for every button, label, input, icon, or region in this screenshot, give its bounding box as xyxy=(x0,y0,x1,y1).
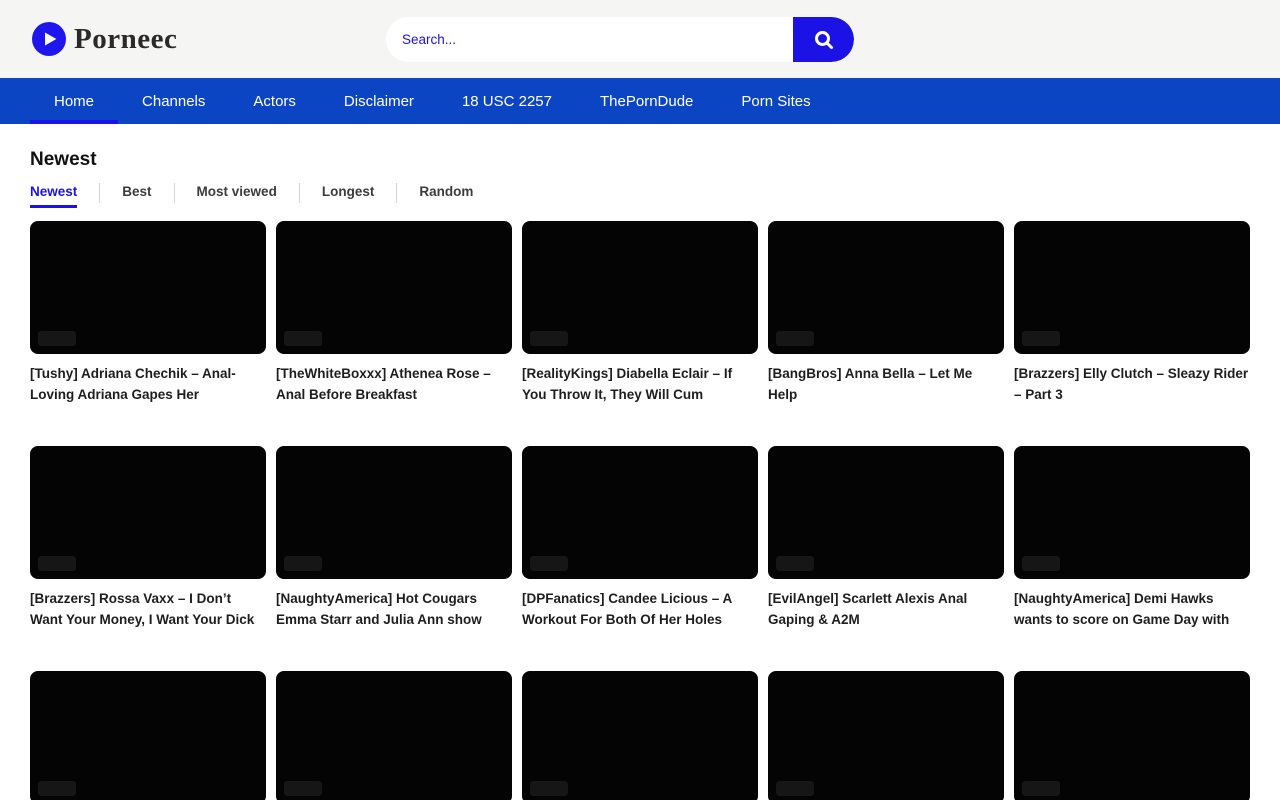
page-title: Newest xyxy=(30,149,1250,171)
duration-badge xyxy=(530,331,568,346)
video-thumbnail[interactable] xyxy=(768,446,1004,579)
video-title[interactable]: [DPFanatics] Candee Licious – A Workout … xyxy=(522,588,758,630)
duration-badge xyxy=(38,331,76,346)
video-card[interactable]: [Brazzers] Rossa Vaxx – I Don’t Want You… xyxy=(30,446,266,630)
duration-badge xyxy=(1022,331,1060,346)
main-nav: Home Channels Actors Disclaimer 18 USC 2… xyxy=(0,78,1280,124)
video-grid: [Tushy] Adriana Chechik – Anal-Loving Ad… xyxy=(30,221,1250,800)
video-thumbnail[interactable] xyxy=(30,221,266,354)
duration-badge xyxy=(284,331,322,346)
video-thumbnail[interactable] xyxy=(276,671,512,800)
duration-badge xyxy=(1022,781,1060,796)
nav-item-channels[interactable]: Channels xyxy=(118,78,229,124)
video-thumbnail[interactable] xyxy=(1014,221,1250,354)
video-thumbnail[interactable] xyxy=(276,446,512,579)
video-title[interactable]: [EvilAngel] Scarlett Alexis Anal Gaping … xyxy=(768,588,1004,630)
video-thumbnail[interactable] xyxy=(522,221,758,354)
logo[interactable]: Porneec xyxy=(32,22,177,56)
nav-item-disclaimer[interactable]: Disclaimer xyxy=(320,78,438,124)
duration-badge xyxy=(776,781,814,796)
video-thumbnail[interactable] xyxy=(276,221,512,354)
search-bar xyxy=(386,17,854,62)
duration-badge xyxy=(776,331,814,346)
nav-item-actors[interactable]: Actors xyxy=(229,78,320,124)
search-button[interactable] xyxy=(793,17,854,62)
duration-badge xyxy=(530,781,568,796)
nav-item-home[interactable]: Home xyxy=(30,78,118,124)
video-card[interactable]: [Brazzers] Elly Clutch – Sleazy Rider – … xyxy=(1014,221,1250,405)
nav-item-18-usc-2257[interactable]: 18 USC 2257 xyxy=(438,78,576,124)
video-card[interactable] xyxy=(1014,671,1250,800)
video-thumbnail[interactable] xyxy=(768,221,1004,354)
video-thumbnail[interactable] xyxy=(522,446,758,579)
tab-best[interactable]: Best xyxy=(100,183,173,208)
nav-item-porn-sites[interactable]: Porn Sites xyxy=(717,78,834,124)
video-card[interactable]: [RealityKings] Diabella Eclair – If You … xyxy=(522,221,758,405)
video-title[interactable]: [Brazzers] Elly Clutch – Sleazy Rider – … xyxy=(1014,363,1250,405)
video-thumbnail[interactable] xyxy=(1014,446,1250,579)
duration-badge xyxy=(38,556,76,571)
duration-badge xyxy=(530,556,568,571)
video-card[interactable]: [Tushy] Adriana Chechik – Anal-Loving Ad… xyxy=(30,221,266,405)
tab-random[interactable]: Random xyxy=(397,183,495,208)
video-thumbnail[interactable] xyxy=(768,671,1004,800)
video-card[interactable] xyxy=(768,671,1004,800)
video-thumbnail[interactable] xyxy=(30,671,266,800)
video-card[interactable]: [EvilAngel] Scarlett Alexis Anal Gaping … xyxy=(768,446,1004,630)
tab-longest[interactable]: Longest xyxy=(300,183,397,208)
duration-badge xyxy=(284,781,322,796)
main-content: Newest Newest Best Most viewed Longest R… xyxy=(0,149,1280,800)
duration-badge xyxy=(38,781,76,796)
nav-item-theporndude[interactable]: ThePornDude xyxy=(576,78,717,124)
video-card[interactable]: [NaughtyAmerica] Demi Hawks wants to sco… xyxy=(1014,446,1250,630)
video-thumbnail[interactable] xyxy=(1014,671,1250,800)
play-icon xyxy=(32,22,66,56)
video-title[interactable]: [NaughtyAmerica] Demi Hawks wants to sco… xyxy=(1014,588,1250,630)
duration-badge xyxy=(284,556,322,571)
video-card[interactable] xyxy=(30,671,266,800)
video-card[interactable]: [TheWhiteBoxxx] Athenea Rose – Anal Befo… xyxy=(276,221,512,405)
video-card[interactable]: [DPFanatics] Candee Licious – A Workout … xyxy=(522,446,758,630)
video-title[interactable]: [NaughtyAmerica] Hot Cougars Emma Starr … xyxy=(276,588,512,630)
search-icon xyxy=(812,28,836,52)
video-title[interactable]: [Tushy] Adriana Chechik – Anal-Loving Ad… xyxy=(30,363,266,405)
sort-tabs: Newest Best Most viewed Longest Random xyxy=(30,183,1250,208)
video-card[interactable] xyxy=(276,671,512,800)
header: Porneec xyxy=(0,0,1280,78)
video-title[interactable]: [TheWhiteBoxxx] Athenea Rose – Anal Befo… xyxy=(276,363,512,405)
video-thumbnail[interactable] xyxy=(522,671,758,800)
video-card[interactable]: [BangBros] Anna Bella – Let Me Help xyxy=(768,221,1004,405)
video-thumbnail[interactable] xyxy=(30,446,266,579)
video-title[interactable]: [RealityKings] Diabella Eclair – If You … xyxy=(522,363,758,405)
search-input[interactable] xyxy=(386,17,793,62)
tab-newest[interactable]: Newest xyxy=(30,183,99,208)
video-title[interactable]: [Brazzers] Rossa Vaxx – I Don’t Want You… xyxy=(30,588,266,630)
tab-most-viewed[interactable]: Most viewed xyxy=(175,183,299,208)
brand-name: Porneec xyxy=(74,23,177,56)
video-card[interactable]: [NaughtyAmerica] Hot Cougars Emma Starr … xyxy=(276,446,512,630)
duration-badge xyxy=(776,556,814,571)
video-card[interactable] xyxy=(522,671,758,800)
duration-badge xyxy=(1022,556,1060,571)
video-title[interactable]: [BangBros] Anna Bella – Let Me Help xyxy=(768,363,1004,405)
